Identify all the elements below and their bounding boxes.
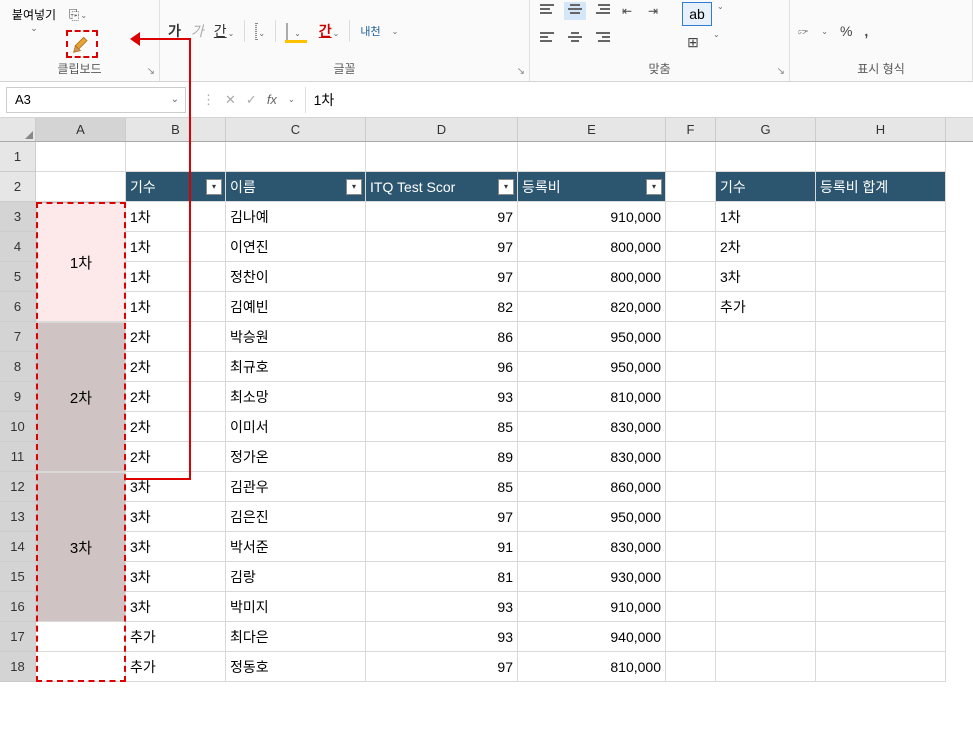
copy-icon: ⎘ [69, 7, 79, 23]
align-center-button[interactable] [564, 30, 586, 48]
align-group-label: 맞춤 [538, 60, 781, 79]
row-header[interactable]: 1 [0, 142, 36, 172]
table-header: ITQ Test Scor▾ [366, 172, 518, 202]
merged-cell-group2[interactable]: 2차 [36, 322, 126, 472]
row-header[interactable]: 17 [0, 622, 36, 652]
col-header-H[interactable]: H [816, 118, 946, 141]
merged-cell-group3[interactable]: 3차 [36, 472, 126, 622]
font-group-label: 글꼴 [168, 60, 521, 79]
paste-button[interactable]: 붙여넣기 ⌄ [8, 4, 60, 58]
row-header[interactable]: 3 [0, 202, 36, 232]
row-header[interactable]: 18 [0, 652, 36, 682]
fx-icon[interactable]: fx [267, 92, 277, 107]
row-header[interactable]: 7 [0, 322, 36, 352]
decrease-indent-button[interactable]: ⇤ [616, 2, 638, 20]
merged-cell-group1[interactable]: 1차 [36, 202, 126, 322]
accounting-format-button[interactable]: 🖙 [798, 23, 808, 40]
name-box-value: A3 [15, 92, 31, 107]
phonetic-guide-button[interactable]: 내천 [360, 23, 380, 39]
annotation-arrow-vertical [189, 38, 191, 480]
col-header-B[interactable]: B [126, 118, 226, 141]
table-header: 기수▾ [126, 172, 226, 202]
cancel-formula-icon[interactable]: ✕ [225, 92, 236, 108]
underline-button[interactable]: 간 [214, 23, 227, 39]
chevron-down-icon[interactable]: ⌄ [171, 94, 179, 105]
font-color-button[interactable]: 간 [319, 23, 332, 39]
italic-button[interactable]: 가 [191, 21, 204, 41]
col-header-A[interactable]: A [36, 118, 126, 141]
row-header[interactable]: 12 [0, 472, 36, 502]
align-bottom-button[interactable] [590, 2, 612, 20]
col-header-D[interactable]: D [366, 118, 518, 141]
clipboard-group-label: 클립보드 [8, 60, 151, 79]
row-header[interactable]: 10 [0, 412, 36, 442]
spreadsheet-grid: A B C D E F G H 1 2 3 4 5 6 7 8 9 10 11 … [0, 118, 973, 682]
annotation-arrow-horizontal [138, 38, 190, 40]
row-header[interactable]: 16 [0, 592, 36, 622]
clipboard-expand-icon[interactable]: ↘ [147, 66, 155, 77]
row-header[interactable]: 9 [0, 382, 36, 412]
row-header[interactable]: 2 [0, 172, 36, 202]
filter-button[interactable]: ▾ [206, 179, 222, 195]
annotation-arrow-horizontal2 [125, 478, 191, 480]
filter-button[interactable]: ▾ [646, 179, 662, 195]
numfmt-group-label: 표시 형식 [798, 60, 964, 79]
percent-format-button[interactable]: % [840, 23, 852, 39]
row-headers: 1 2 3 4 5 6 7 8 9 10 11 12 13 14 15 16 1… [0, 142, 36, 682]
table-header: 등록비 합계 [816, 172, 946, 202]
row-header[interactable]: 14 [0, 532, 36, 562]
ribbon-group-numfmt: 🖙⌄ % , 표시 형식 [790, 0, 973, 81]
ribbon: 붙여넣기 ⌄ ⎘⌄ 클립보드 ↘ 가 가 간⌄ ⌄ ⌄ 간⌄ [0, 0, 973, 82]
column-headers: A B C D E F G H [0, 118, 973, 142]
annotation-arrow-head [130, 32, 140, 46]
formula-input[interactable] [305, 87, 973, 113]
col-header-F[interactable]: F [666, 118, 716, 141]
table-header: 이름▾ [226, 172, 366, 202]
row-header[interactable]: 4 [0, 232, 36, 262]
increase-indent-button[interactable]: ⇥ [642, 2, 664, 20]
paintbrush-icon [72, 34, 92, 54]
accept-formula-icon[interactable]: ✓ [246, 92, 257, 108]
copy-button[interactable]: ⎘⌄ [66, 4, 90, 26]
row-header[interactable]: 15 [0, 562, 36, 592]
paste-label: 붙여넣기 [12, 6, 56, 23]
row-header[interactable]: 6 [0, 292, 36, 322]
col-header-E[interactable]: E [518, 118, 666, 141]
ribbon-group-font: 가 가 간⌄ ⌄ ⌄ 간⌄ 내천⌄ 글꼴 ↘ [160, 0, 530, 81]
align-left-button[interactable] [538, 30, 560, 48]
row-header[interactable]: 8 [0, 352, 36, 382]
col-header-C[interactable]: C [226, 118, 366, 141]
filter-button[interactable]: ▾ [346, 179, 362, 195]
row-header[interactable]: 5 [0, 262, 36, 292]
ribbon-group-align: ⇤ ⇥ ab⌄ ⊞⌄ 맞춤 ↘ [530, 0, 790, 81]
font-expand-icon[interactable]: ↘ [517, 66, 525, 77]
cells-area[interactable]: 기수▾ 이름▾ ITQ Test Scor▾ 등록비▾ 기수 등록비 합계 1차… [36, 142, 946, 682]
align-expand-icon[interactable]: ↘ [777, 66, 785, 77]
col-header-G[interactable]: G [716, 118, 816, 141]
row-header[interactable]: 13 [0, 502, 36, 532]
align-middle-button[interactable] [564, 2, 586, 20]
select-all-corner[interactable] [0, 118, 36, 141]
row-header[interactable]: 11 [0, 442, 36, 472]
align-right-button[interactable] [590, 30, 612, 48]
table-header: 등록비▾ [518, 172, 666, 202]
wrap-text-button[interactable]: ab [682, 2, 712, 26]
comma-format-button[interactable]: , [864, 23, 868, 39]
formula-bar: A3 ⌄ ⋮ ✕ ✓ fx ⌄ [0, 82, 973, 118]
fill-color-button[interactable] [286, 23, 288, 40]
merge-cells-button[interactable]: ⊞ [678, 30, 708, 54]
filter-button[interactable]: ▾ [498, 179, 514, 195]
table-header: 기수 [716, 172, 816, 202]
formula-bar-options-icon[interactable]: ⋮ [202, 92, 215, 108]
align-top-button[interactable] [538, 2, 560, 20]
chevron-down-icon: ⌄ [30, 23, 38, 34]
format-painter-button[interactable] [66, 30, 98, 58]
name-box[interactable]: A3 ⌄ [6, 87, 186, 113]
